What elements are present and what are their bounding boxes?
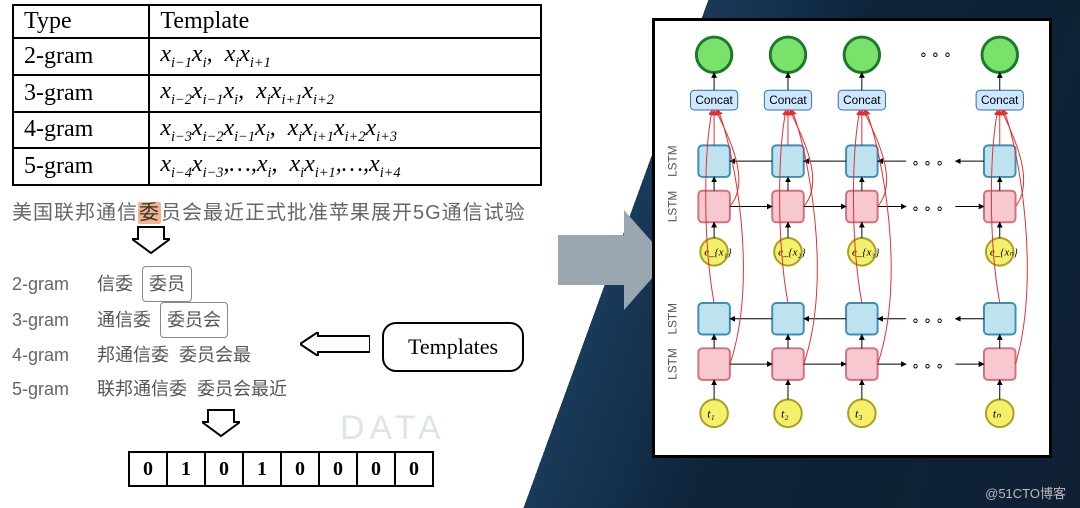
svg-text:tₙ: tₙ bbox=[993, 406, 1001, 420]
row-3gram-type: 3-gram bbox=[13, 75, 149, 112]
svg-text:∘ ∘ ∘: ∘ ∘ ∘ bbox=[911, 155, 944, 170]
svg-text:Concat: Concat bbox=[843, 93, 881, 107]
svg-text:Concat: Concat bbox=[695, 93, 733, 107]
svg-text:LSTM: LSTM bbox=[666, 191, 680, 223]
svg-text:∘ ∘ ∘: ∘ ∘ ∘ bbox=[911, 200, 944, 215]
row-4gram-type: 4-gram bbox=[13, 112, 149, 149]
seg-3g-b: 委员会 bbox=[160, 302, 228, 338]
svg-text:Concat: Concat bbox=[769, 93, 807, 107]
lbl-5g: 5-gram bbox=[12, 372, 92, 406]
bv-2: 0 bbox=[205, 452, 243, 486]
sentence-pre: 美国联邦通信 bbox=[12, 202, 138, 224]
upper-bilstm: e_{x₁} e_{x₂} e_{x₃} e_{xₙ} ∘ ∘ ∘ ∘ ∘ ∘ bbox=[698, 145, 1018, 265]
svg-text:t₁: t₁ bbox=[707, 406, 714, 420]
bv-0: 0 bbox=[129, 452, 167, 486]
svg-text:LSTM: LSTM bbox=[666, 348, 680, 380]
down-arrow-2-icon bbox=[202, 408, 240, 438]
th-template: Template bbox=[149, 5, 541, 38]
row-3gram-tpl: xi−2xi−1xi, xixi+1xi+2 bbox=[149, 75, 541, 112]
left-panel: Type Template 2-gram xi−1xi, xixi+1 3-gr… bbox=[12, 4, 592, 487]
templates-box: Templates bbox=[382, 322, 524, 372]
lower-bilstm: t₁ t₂ t₃ tₙ ∘ ∘ ∘ ∘ ∘ ∘ bbox=[698, 303, 1015, 427]
seg-4g-b: 委员会最 bbox=[179, 345, 251, 365]
row-5gram-type: 5-gram bbox=[13, 148, 149, 185]
seg-2g-a: 信委 bbox=[97, 274, 133, 294]
bv-6: 0 bbox=[357, 452, 395, 486]
seg-2g-b: 委员 bbox=[142, 266, 192, 302]
credit-text: @51CTO博客 bbox=[985, 483, 1066, 502]
seg-4g-a: 邦通信委 bbox=[97, 345, 169, 365]
binary-vector: 0 1 0 1 0 0 0 0 bbox=[128, 451, 434, 487]
network-diagram: ∘ ∘ ∘ Concat Concat Concat Concat bbox=[652, 18, 1052, 458]
seg-3g-a: 通信委 bbox=[97, 310, 151, 330]
row-2gram-type: 2-gram bbox=[13, 38, 149, 75]
left-arrow-icon bbox=[300, 332, 370, 356]
bv-3: 1 bbox=[243, 452, 281, 486]
seg-5g-b: 委员会最近 bbox=[197, 379, 287, 399]
bv-7: 0 bbox=[395, 452, 433, 486]
example-sentence: 美国联邦通信委员会最近正式批准苹果展开5G通信试验 bbox=[12, 196, 592, 225]
lbl-3g: 3-gram bbox=[12, 303, 92, 337]
row-5gram-tpl: xi−4xi−3,…,xi, xixi+1,…,xi+4 bbox=[149, 148, 541, 185]
svg-text:LSTM: LSTM bbox=[666, 303, 680, 335]
svg-text:t₂: t₂ bbox=[781, 406, 788, 420]
svg-text:LSTM: LSTM bbox=[666, 145, 680, 177]
svg-text:∘ ∘ ∘: ∘ ∘ ∘ bbox=[911, 358, 944, 373]
sentence-highlight: 委 bbox=[138, 202, 161, 224]
lbl-2g: 2-gram bbox=[12, 267, 92, 301]
svg-text:∘ ∘ ∘: ∘ ∘ ∘ bbox=[911, 313, 944, 328]
bv-5: 0 bbox=[319, 452, 357, 486]
output-row: ∘ ∘ ∘ bbox=[696, 37, 1017, 72]
template-table: Type Template 2-gram xi−1xi, xixi+1 3-gr… bbox=[12, 4, 542, 186]
svg-text:∘ ∘ ∘: ∘ ∘ ∘ bbox=[919, 47, 952, 62]
bv-1: 1 bbox=[167, 452, 205, 486]
seg-5g-a: 联邦通信委 bbox=[97, 379, 187, 399]
svg-text:Concat: Concat bbox=[981, 93, 1019, 107]
lbl-4g: 4-gram bbox=[12, 338, 92, 372]
row-2gram-tpl: xi−1xi, xixi+1 bbox=[149, 38, 541, 75]
sentence-post: 员会最近正式批准苹果展开5G通信试验 bbox=[161, 202, 526, 224]
svg-text:t₃: t₃ bbox=[855, 406, 862, 420]
th-type: Type bbox=[13, 5, 149, 38]
row-4gram-tpl: xi−3xi−2xi−1xi, xixi+1xi+2xi+3 bbox=[149, 112, 541, 149]
down-arrow-icon bbox=[132, 225, 170, 255]
bv-4: 0 bbox=[281, 452, 319, 486]
concat-row: Concat Concat Concat Concat bbox=[690, 90, 1023, 110]
